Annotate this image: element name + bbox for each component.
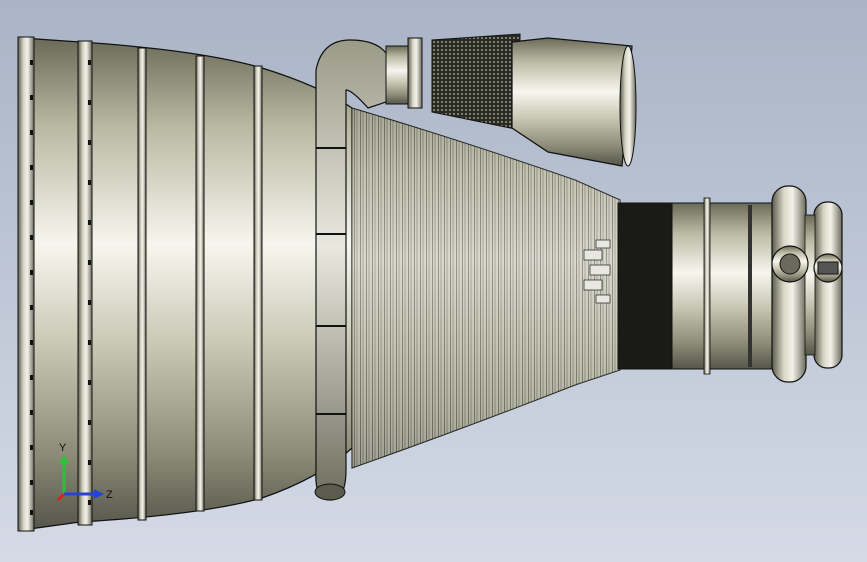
y-axis-arrow [59,454,69,464]
x-axis-line [56,492,66,502]
cad-viewport[interactable]: Y Z [0,0,867,562]
axis-triad: Y Z [56,442,113,502]
rocket-engine-model[interactable] [0,0,867,562]
manifold-flange-right [813,253,843,283]
y-axis-label: Y [59,442,67,454]
manifold-flange-left [771,245,809,283]
z-axis-label: Z [106,489,113,501]
injector-manifold-rings[interactable] [771,185,843,383]
z-axis-arrow [94,489,104,499]
thrust-chamber[interactable] [617,197,779,375]
